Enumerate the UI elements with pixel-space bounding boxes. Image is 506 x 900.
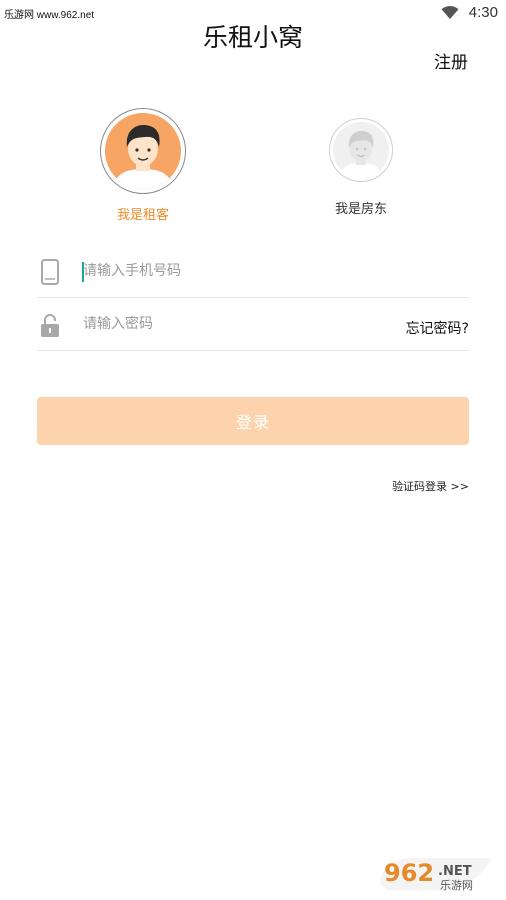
tenant-avatar bbox=[100, 108, 186, 194]
landlord-avatar-icon bbox=[339, 131, 383, 178]
phone-input[interactable] bbox=[83, 255, 383, 287]
svg-text:962: 962 bbox=[384, 859, 434, 887]
sms-code-login-link[interactable]: 验证码登录 >> bbox=[392, 478, 469, 494]
role-tenant-option[interactable]: 我是租客 bbox=[83, 108, 203, 223]
landlord-label: 我是房东 bbox=[334, 202, 387, 217]
register-link[interactable]: 注册 bbox=[434, 48, 468, 73]
phone-icon bbox=[41, 259, 59, 285]
phone-field bbox=[37, 245, 469, 298]
login-button[interactable]: 登录 bbox=[37, 397, 469, 445]
password-field: 忘记密码? bbox=[37, 298, 469, 351]
landlord-avatar bbox=[329, 118, 393, 182]
svg-text:乐游网: 乐游网 bbox=[440, 879, 473, 892]
app-title: 乐租小窝 bbox=[202, 23, 303, 52]
password-input[interactable] bbox=[83, 308, 383, 340]
svg-text:.NET: .NET bbox=[438, 864, 472, 879]
forgot-password-link[interactable]: 忘记密码? bbox=[406, 318, 469, 338]
lock-icon bbox=[41, 314, 59, 337]
site-watermark-logo: 962 .NET 乐游网 bbox=[380, 858, 492, 892]
tenant-avatar-icon bbox=[113, 125, 173, 189]
role-landlord-option[interactable]: 我是房东 bbox=[301, 118, 421, 217]
tenant-label: 我是租客 bbox=[116, 208, 169, 223]
